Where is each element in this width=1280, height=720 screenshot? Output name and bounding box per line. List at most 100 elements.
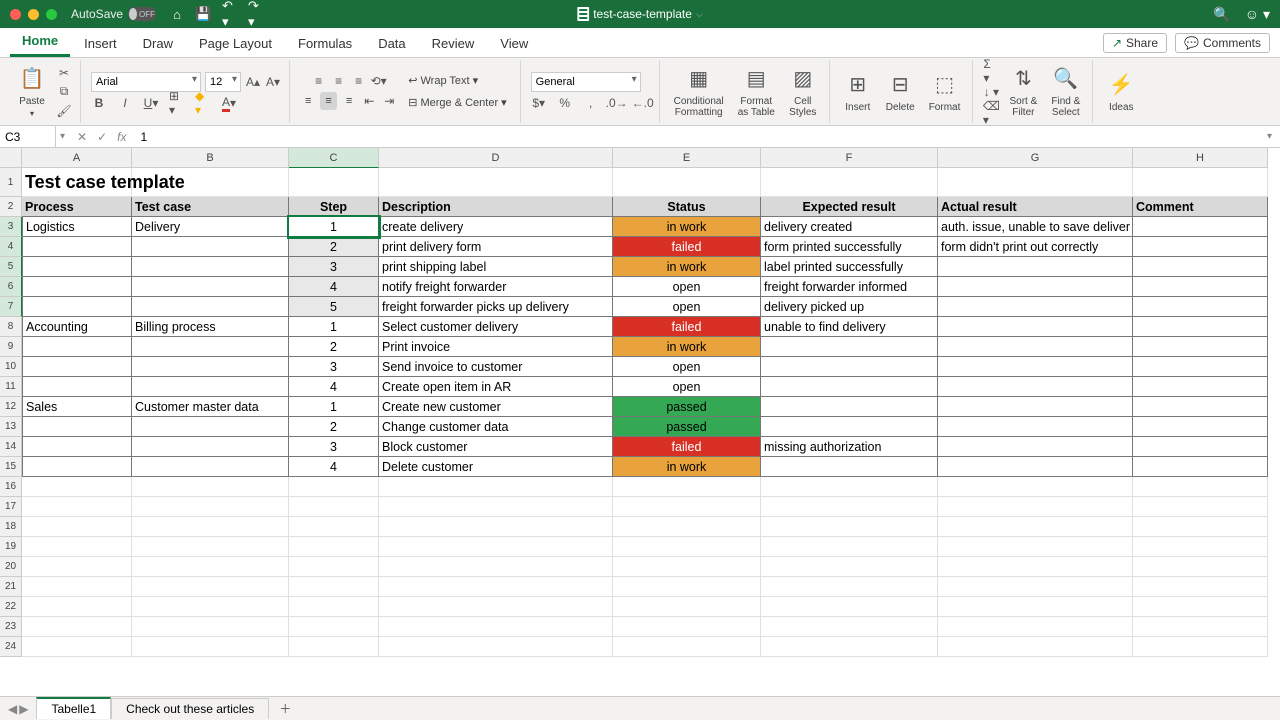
cell-H14[interactable] [1133,437,1268,457]
cell-B10[interactable] [132,357,289,377]
cell-H9[interactable] [1133,337,1268,357]
cell-F14[interactable]: missing authorization [761,437,938,457]
cell-H4[interactable] [1133,237,1268,257]
conditional-formatting-button[interactable]: ▦Conditional Formatting [670,63,728,120]
cell-B22[interactable] [132,597,289,617]
decrease-decimal-icon[interactable]: ←.0 [635,95,651,111]
cell-G20[interactable] [938,557,1133,577]
cell-A12[interactable]: Sales [22,397,132,417]
cell-H23[interactable] [1133,617,1268,637]
align-top-icon[interactable]: ≡ [311,73,327,89]
cell-C15[interactable]: 4 [289,457,379,477]
cell-C12[interactable]: 1 [289,397,379,417]
cell-F3[interactable]: delivery created [761,217,938,237]
cell-H11[interactable] [1133,377,1268,397]
decrease-indent-icon[interactable]: ⇤ [361,93,377,109]
cell-C24[interactable] [289,637,379,657]
row-header-22[interactable]: 22 [0,597,22,617]
cell-C17[interactable] [289,497,379,517]
cell-A23[interactable] [22,617,132,637]
cell-F4[interactable]: form printed successfully [761,237,938,257]
cell-D21[interactable] [379,577,613,597]
cell-B18[interactable] [132,517,289,537]
cell-B8[interactable]: Billing process [132,317,289,337]
column-label-step[interactable]: Step [289,197,379,217]
cell-C21[interactable] [289,577,379,597]
cell-C5[interactable]: 3 [289,257,379,277]
cell-B1[interactable] [132,168,289,197]
row-header-3[interactable]: 3 [0,217,22,237]
cell-F19[interactable] [761,537,938,557]
maximize-window-icon[interactable] [46,9,57,20]
cell-D17[interactable] [379,497,613,517]
cell-D13[interactable]: Change customer data [379,417,613,437]
font-size-select[interactable] [205,72,241,92]
bold-button[interactable]: B [91,95,107,111]
cell-C22[interactable] [289,597,379,617]
cell-H22[interactable] [1133,597,1268,617]
cell-B12[interactable]: Customer master data [132,397,289,417]
page-title-cell[interactable]: Test case template [22,168,132,197]
cell-A11[interactable] [22,377,132,397]
cell-G9[interactable] [938,337,1133,357]
cell-D16[interactable] [379,477,613,497]
cell-D5[interactable]: print shipping label [379,257,613,277]
cell-G1[interactable] [938,168,1133,197]
cell-C1[interactable] [289,168,379,197]
cell-H16[interactable] [1133,477,1268,497]
cell-E15[interactable]: in work [613,457,761,477]
cell-E19[interactable] [613,537,761,557]
undo-icon[interactable]: ↶ ▾ [222,7,236,21]
cell-E7[interactable]: open [613,297,761,317]
cell-A5[interactable] [22,257,132,277]
sort-filter-button[interactable]: ⇅Sort & Filter [1005,63,1041,120]
redo-icon[interactable]: ↷ ▾ [248,7,262,21]
column-header-E[interactable]: E [613,148,761,168]
cell-F16[interactable] [761,477,938,497]
cell-C20[interactable] [289,557,379,577]
cell-G7[interactable] [938,297,1133,317]
cell-B11[interactable] [132,377,289,397]
cell-B24[interactable] [132,637,289,657]
cell-G4[interactable]: form didn't print out correctly [938,237,1133,257]
spreadsheet-grid[interactable]: ABCDEFGH 1234567891011121314151617181920… [0,148,1280,696]
align-middle-icon[interactable]: ≡ [331,73,347,89]
currency-icon[interactable]: $▾ [531,95,547,111]
select-all-corner[interactable] [0,148,22,168]
column-header-C[interactable]: C [289,148,379,168]
cell-H24[interactable] [1133,637,1268,657]
save-icon[interactable]: 💾 [196,7,210,21]
column-label-test-case[interactable]: Test case [132,197,289,217]
column-label-process[interactable]: Process [22,197,132,217]
column-header-F[interactable]: F [761,148,938,168]
cell-B20[interactable] [132,557,289,577]
cell-A9[interactable] [22,337,132,357]
cell-E17[interactable] [613,497,761,517]
cell-A6[interactable] [22,277,132,297]
row-header-17[interactable]: 17 [0,497,22,517]
cell-E6[interactable]: open [613,277,761,297]
cell-D23[interactable] [379,617,613,637]
sheet-tab-1[interactable]: Tabelle1 [36,697,111,719]
cell-E18[interactable] [613,517,761,537]
cell-A24[interactable] [22,637,132,657]
cell-C4[interactable]: 2 [289,237,379,257]
border-button[interactable]: ⊞ ▾ [169,95,185,111]
cell-B14[interactable] [132,437,289,457]
cell-C3[interactable]: 1 [289,217,379,237]
cell-B23[interactable] [132,617,289,637]
cell-G14[interactable] [938,437,1133,457]
increase-font-icon[interactable]: A▴ [245,74,261,90]
cell-D7[interactable]: freight forwarder picks up delivery [379,297,613,317]
cell-B15[interactable] [132,457,289,477]
fill-icon[interactable]: ↓ ▾ [983,84,999,100]
cell-D4[interactable]: print delivery form [379,237,613,257]
cell-B21[interactable] [132,577,289,597]
row-header-9[interactable]: 9 [0,337,22,357]
paste-button[interactable]: 📋 Paste▾ [14,63,50,121]
cell-H15[interactable] [1133,457,1268,477]
cell-E11[interactable]: open [613,377,761,397]
cell-E3[interactable]: in work [613,217,761,237]
fx-icon[interactable]: fx [117,130,126,144]
tab-view[interactable]: View [488,30,540,57]
